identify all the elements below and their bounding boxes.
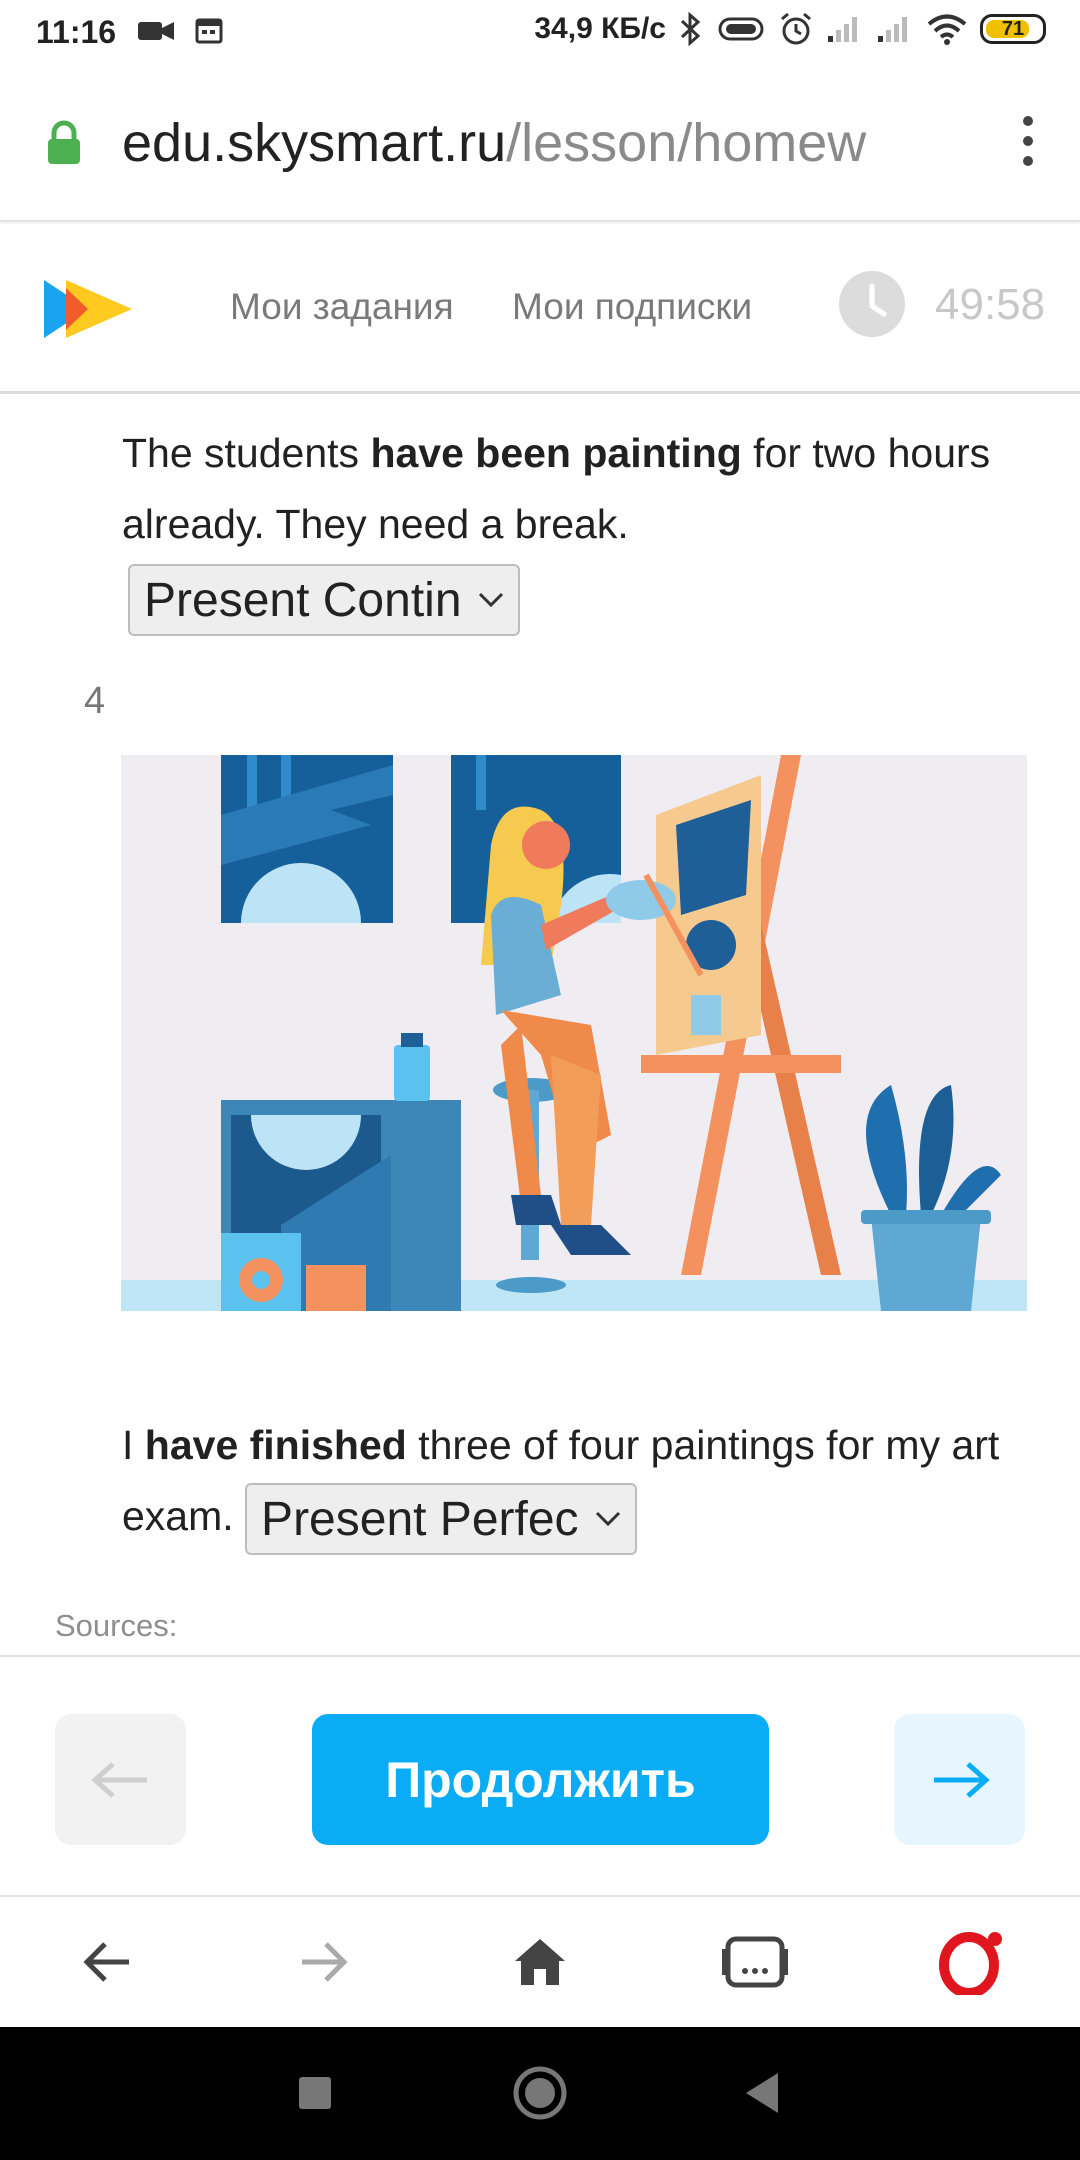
skysmart-logo[interactable] (42, 276, 134, 342)
net-speed: 34,9 КБ/с (534, 12, 666, 45)
task3-tense-select[interactable]: Present Contin (128, 564, 520, 637)
task3-select-value: Present Contin (144, 573, 462, 627)
task3-text-bold: have been painting (370, 430, 742, 476)
back-triangle-icon[interactable] (742, 2065, 782, 2125)
task3-text-before: The students (122, 430, 371, 476)
task4-tense-select[interactable]: Present Perfec (245, 1483, 637, 1556)
browser-back-button[interactable] (73, 1927, 143, 1997)
task4-text-before: I (122, 1422, 145, 1468)
url-path: /lesson/homew (506, 113, 867, 173)
vibrate-icon (718, 17, 764, 41)
battery-level: 71 (1001, 17, 1025, 40)
clock-icon (839, 271, 905, 337)
chevron-down-icon (595, 1512, 620, 1527)
sources-label: Sources: (55, 1608, 178, 1643)
painting-illustration (121, 755, 1027, 1311)
task3-sentence: The students have been painting for two … (122, 418, 1002, 637)
status-time: 11:16 (36, 14, 117, 50)
task-number: 4 (84, 680, 106, 722)
browser-forward-button[interactable] (288, 1927, 358, 1997)
divider (0, 1655, 1080, 1657)
arrow-right-icon (933, 1761, 990, 1798)
home-circle-icon[interactable] (512, 2065, 568, 2125)
home-icon (515, 1939, 565, 1985)
opera-menu-button[interactable] (937, 1927, 1007, 1997)
task4-text-bold: have finished (144, 1422, 407, 1468)
chevron-down-icon (478, 593, 503, 608)
url-host: edu.skysmart.ru (122, 113, 507, 173)
lock-icon (48, 120, 80, 164)
browser-menu-button[interactable] (1020, 116, 1036, 166)
signal-icon-2 (878, 17, 907, 42)
task4-sentence: I have finished three of four paintings … (122, 1410, 1022, 1556)
nav-my-tasks[interactable]: Мои задания (230, 286, 454, 328)
site-header: Мои задания Мои подписки 49:58 (0, 224, 1080, 394)
wifi-icon (927, 14, 967, 45)
battery-indicator: 71 (980, 14, 1046, 44)
url-field[interactable]: edu.skysmart.ru/lesson/homew (122, 112, 972, 174)
recents-square-icon[interactable] (297, 2065, 333, 2125)
forward-arrow-icon (302, 1942, 348, 1982)
next-button[interactable] (894, 1714, 1025, 1845)
artist-painting-image (121, 755, 1027, 1311)
browser-toolbar (0, 1897, 1080, 2027)
alarm-icon (781, 12, 811, 45)
android-navigation-bar (0, 2027, 1080, 2160)
calendar-icon (195, 18, 223, 44)
back-arrow-icon (83, 1942, 129, 1982)
bluetooth-icon (680, 12, 701, 46)
video-camera-icon (138, 22, 174, 40)
status-right: 34,9 КБ/с 71 (534, 12, 1046, 46)
browser-tabs-button[interactable] (720, 1927, 790, 1997)
previous-button[interactable] (55, 1714, 186, 1845)
status-icons-left (136, 16, 224, 46)
opera-logo-icon (939, 1932, 1002, 1995)
signal-icon-1 (828, 17, 857, 42)
nav-my-subscriptions[interactable]: Мои подписки (512, 286, 752, 328)
browser-home-button[interactable] (505, 1927, 575, 1997)
continue-button-label: Продолжить (385, 1751, 696, 1808)
continue-button[interactable]: Продолжить (312, 1714, 769, 1845)
tabs-icon (722, 1936, 788, 1988)
task4-select-value: Present Perfec (261, 1492, 579, 1546)
status-bar: 11:16 34,9 КБ/с 71 (0, 0, 1080, 66)
arrow-left-icon (90, 1761, 147, 1798)
address-bar: edu.skysmart.ru/lesson/homew (0, 66, 1080, 222)
lesson-timer: 49:58 (935, 280, 1046, 329)
